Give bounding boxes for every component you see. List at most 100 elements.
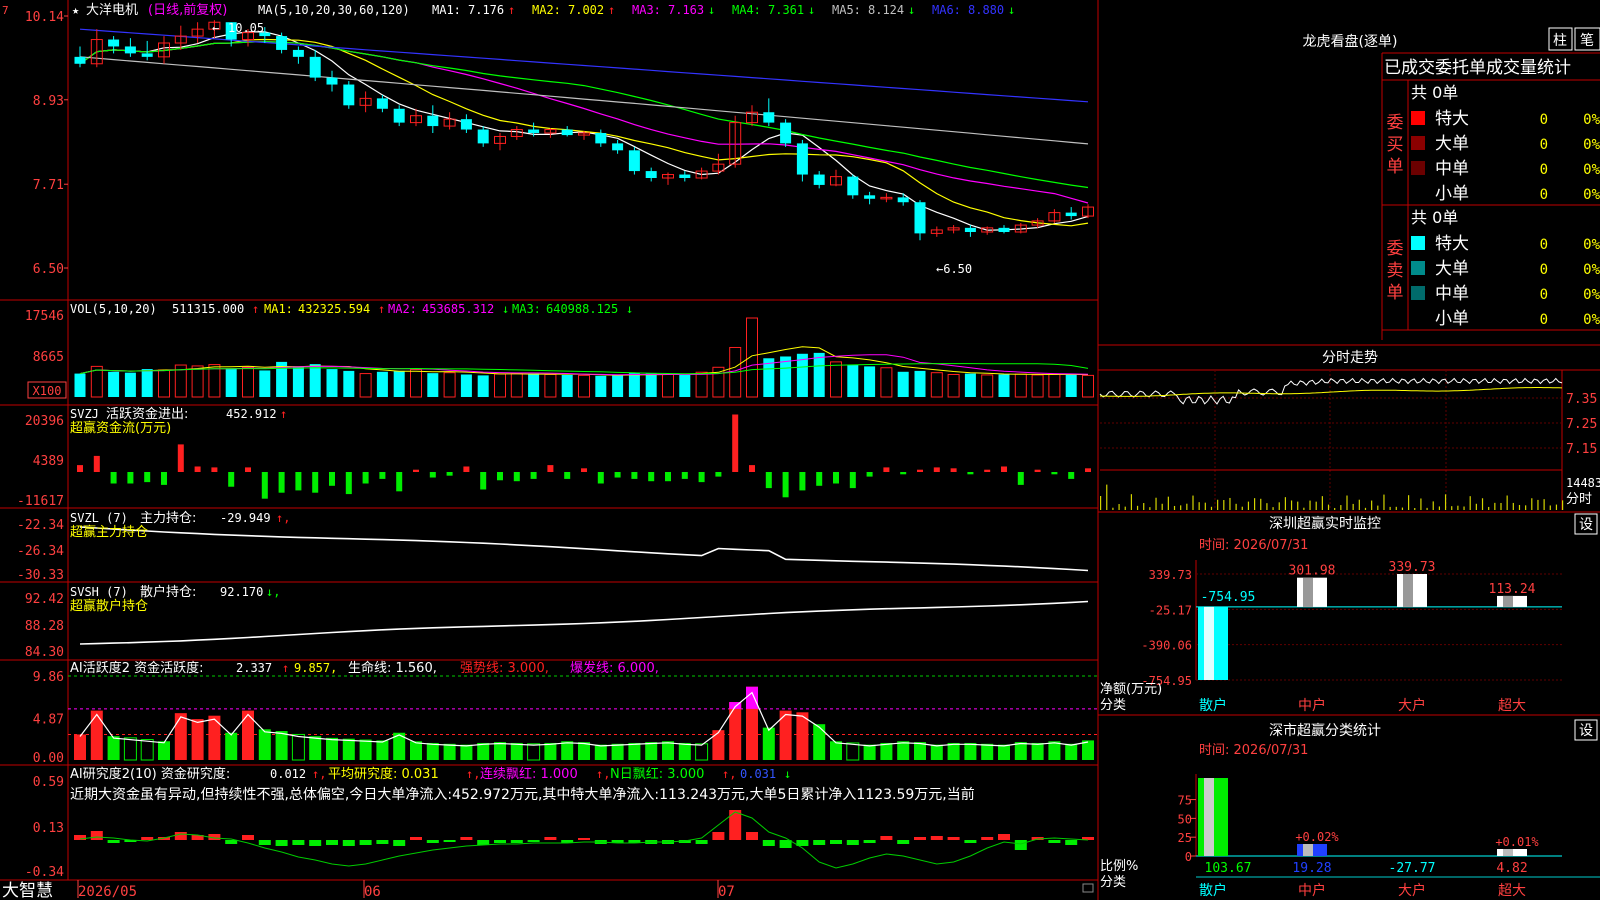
intraday-vol-bar: [1506, 495, 1508, 510]
ma-params: MA(5,10,20,30,60,120): [258, 3, 410, 17]
activity-bar: [460, 744, 473, 760]
brand-label: 大智慧: [2, 881, 53, 900]
flow-bar: [161, 472, 167, 485]
buy-side-char: 买: [1387, 135, 1404, 155]
sell-swatch-2: [1411, 286, 1425, 300]
intraday-vol-bar: [1408, 495, 1410, 510]
volume-bar: [108, 371, 120, 397]
flow-bar: [429, 472, 436, 478]
ai-active-tick-1: 4.87: [33, 713, 64, 728]
activity-bar: [712, 730, 725, 760]
research-bar: [813, 840, 826, 845]
flow-bar: [513, 472, 520, 482]
flow-bar: [665, 472, 671, 482]
vol-value: 511315.000: [172, 302, 244, 316]
intraday-vol-bar: [1297, 501, 1299, 510]
flow-bar: [1051, 472, 1058, 475]
flow-bar: [194, 466, 201, 472]
volume-bar: [914, 370, 926, 397]
svsh-tick-1: 88.28: [25, 619, 64, 634]
date-label-0: 2026/05: [78, 884, 137, 900]
chart-canvas[interactable]: ← 10.05 ←6.50 7 ★ 大洋电机 (日线,前复权) MA(5,10,20,30,…: [0, 0, 1600, 900]
flow-bar: [278, 472, 285, 493]
flow-bar: [1001, 466, 1007, 472]
intraday-vol-bar: [1414, 507, 1416, 510]
candle-body: [595, 133, 607, 144]
flow-bar: [715, 472, 722, 477]
vol-ma-value-1: 432325.594: [298, 302, 370, 316]
svzl-tick-1: -26.34: [17, 544, 64, 559]
high-note: 10.05: [228, 21, 264, 35]
ai-active-label: AI活跃度2 资金活跃度:: [70, 660, 204, 676]
svzj-tick-0: 20396: [25, 414, 64, 429]
intraday-vol-bar: [1549, 505, 1551, 510]
research-bar: [426, 840, 439, 843]
activity-bar: [359, 739, 372, 760]
sz-class-top-label-3: +0.01%: [1495, 835, 1539, 849]
intraday-vol-bar: [1266, 503, 1268, 510]
svsh-tick-0: 92.42: [25, 592, 64, 607]
sz-class-category-0: 散户: [1199, 882, 1227, 899]
svzl-sub: 超赢主力持仓: [70, 524, 148, 540]
volume-bar: [1065, 374, 1077, 397]
candle-body: [628, 150, 640, 172]
flow-bar: [77, 465, 83, 472]
stock-name: 大洋电机: [86, 3, 138, 18]
flow-bar: [900, 472, 907, 475]
activity-bar: [158, 741, 170, 760]
intraday-vol-bar: [1173, 505, 1176, 510]
candle-body: [309, 56, 321, 78]
svzl-value: -29.949: [220, 511, 271, 525]
flow-bar: [581, 468, 587, 472]
volume-bar: [897, 371, 909, 397]
research-bar: [1065, 840, 1078, 845]
research-bar: [141, 837, 154, 840]
research-bar: [830, 840, 842, 844]
activity-bar: [494, 742, 506, 760]
intraday-vol-bar: [1198, 502, 1200, 510]
intraday-vol-bar: [1469, 496, 1471, 510]
svzl-label: 主力持仓:: [140, 511, 196, 526]
research-bar: [746, 832, 758, 840]
activity-bar: [662, 741, 674, 760]
intraday-vol-bar: [1383, 494, 1385, 510]
trade-view-label: 笔: [1580, 33, 1594, 49]
vol-tick-1: 8665: [33, 350, 64, 365]
sz-class-value-1: 19.28: [1292, 861, 1331, 876]
intraday-vol-bar: [1371, 500, 1373, 510]
ma-value-4: 7.361: [768, 3, 804, 17]
vol-ma-arrow-3: ↓: [626, 302, 633, 316]
buy-swatch-0: [1411, 111, 1425, 125]
sell-row-name-0: 特大: [1435, 234, 1469, 254]
intraday-vol-bar: [1309, 500, 1311, 510]
activity-bar: [578, 742, 590, 760]
volume-bar: [326, 369, 338, 397]
buy-row-qty-0: 0: [1540, 112, 1548, 128]
intraday-vol-bar: [1334, 507, 1336, 510]
flow-bar: [917, 469, 923, 472]
low-note: ←6.50: [936, 262, 972, 276]
research-bar: [275, 840, 288, 846]
flow-bar: [648, 472, 655, 482]
sz-class-category-3: 超大: [1498, 883, 1526, 899]
intraday-vol-bar: [1500, 502, 1502, 510]
flow-bar: [614, 472, 621, 478]
vol-ma-value-2: 453685.312: [422, 302, 494, 316]
intraday-vol-bar: [1562, 500, 1564, 510]
candle-body: [1065, 212, 1077, 217]
activity-bar: [107, 736, 120, 760]
flow-bar: [261, 472, 268, 499]
svzl-arrow: ↑,: [276, 511, 290, 525]
activity-bar: [914, 742, 926, 760]
ma-arrow-2: ↑: [608, 3, 615, 17]
intraday-tick-0: 7.35: [1566, 392, 1597, 407]
activity-bar: [410, 741, 422, 760]
flow-bar: [1068, 472, 1075, 479]
svzj-arrow: ↑: [280, 407, 287, 421]
flow-bar: [1085, 468, 1091, 472]
research-bar: [527, 840, 540, 842]
research-bar: [107, 840, 120, 843]
intraday-vol-bar: [1475, 503, 1477, 510]
volume-bar: [964, 373, 976, 397]
ai-research-comment: 近期大资金虽有异动,但持续性不强,总体偏空,今日大单净流入:452.972万元,…: [70, 786, 975, 803]
